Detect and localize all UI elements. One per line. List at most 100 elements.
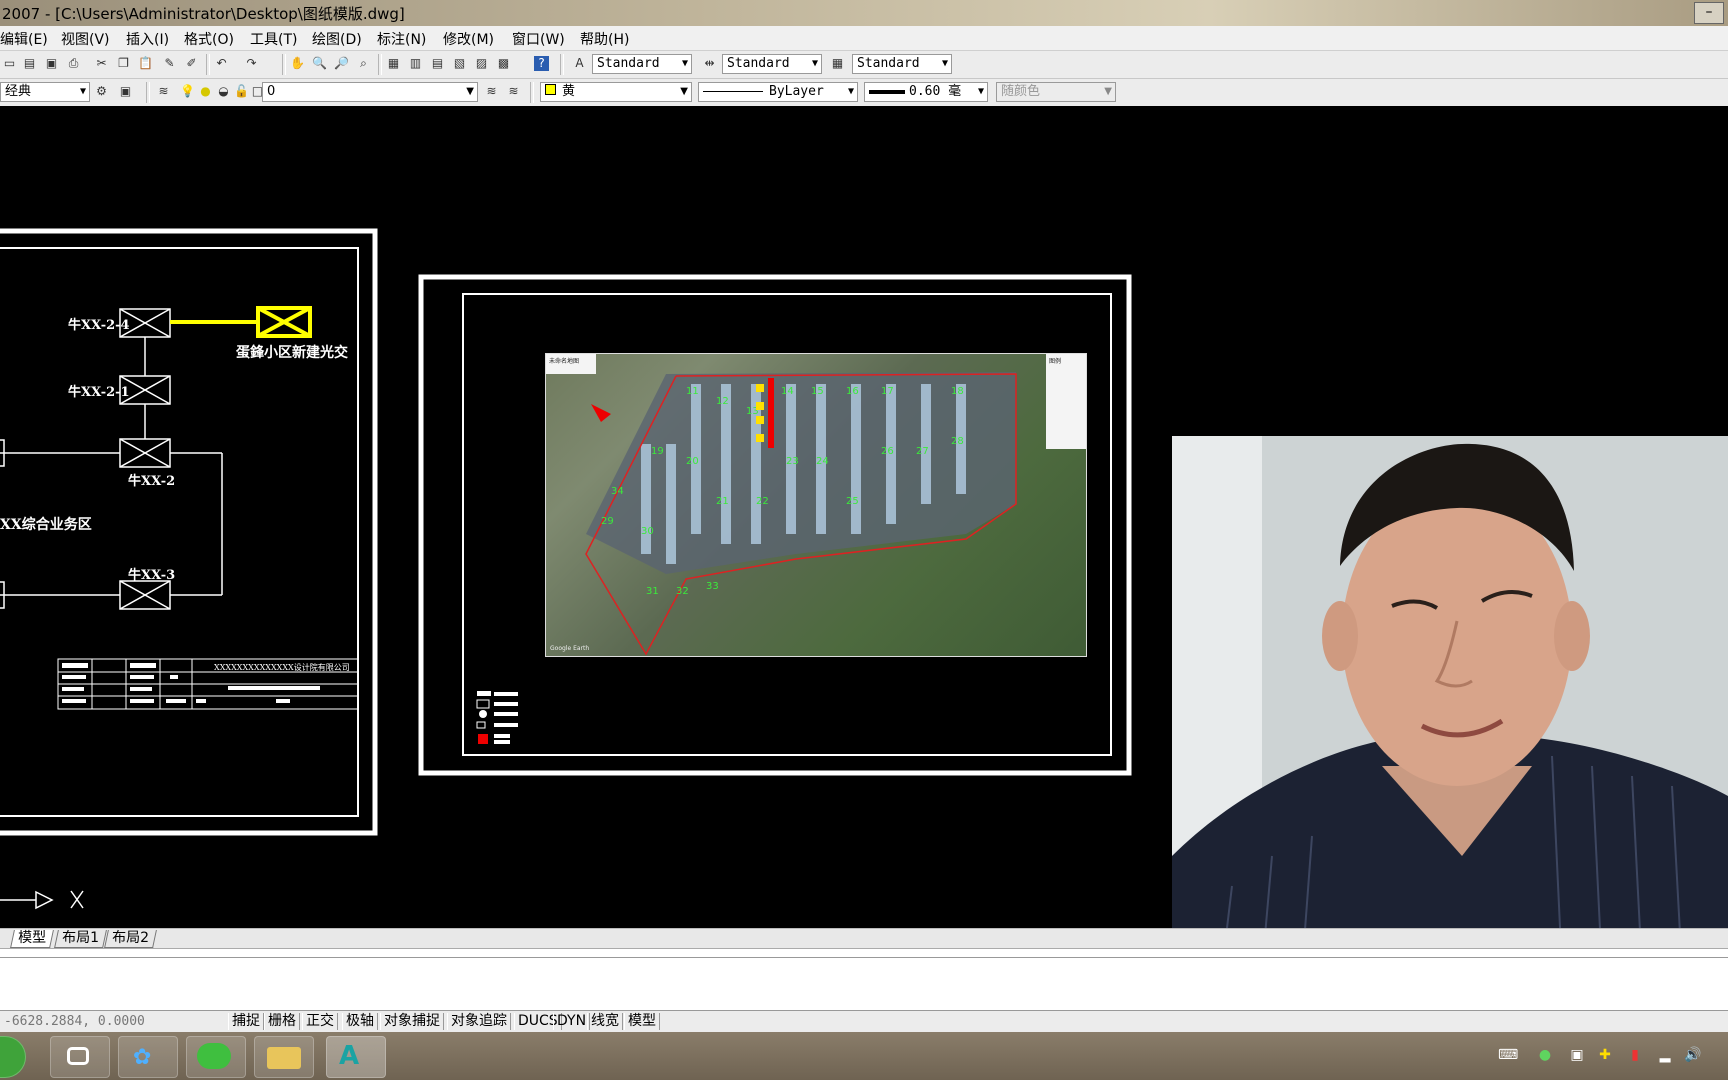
svg-text:14: 14	[781, 386, 794, 397]
sheet-set-icon[interactable]: ▧	[452, 56, 467, 71]
tab-layout1[interactable]: 布局1	[54, 930, 107, 948]
workspace-select[interactable]: 经典 ▼	[0, 82, 90, 102]
svg-text:25: 25	[846, 496, 859, 507]
svg-text:16: 16	[846, 386, 859, 397]
properties-icon[interactable]: ▦	[386, 56, 401, 71]
signal-icon[interactable]: ▂	[1656, 1046, 1674, 1064]
lock-icon[interactable]: 🔓	[234, 84, 249, 99]
menu-draw[interactable]: 绘图(D)	[312, 29, 362, 49]
sun-icon[interactable]: ●	[198, 84, 213, 99]
title-bar: 2007 - [C:\Users\Administrator\Desktop\图…	[0, 0, 1728, 26]
coordinate-readout: -6628.2884, 0.0000	[4, 1014, 145, 1029]
dim-style-select[interactable]: Standard ▼	[722, 54, 822, 74]
keyboard-icon[interactable]: ⌨	[1498, 1046, 1518, 1064]
wechat-icon[interactable]: ●	[1536, 1046, 1554, 1064]
standard-toolbar: ▭ ▤ ▣ ⎙ ✂ ❐ 📋 ✎ ✐ ↶ ↷ ✋ 🔍 🔎 ⌕ ▦ ▥ ▤ ▧ ▨ …	[0, 51, 1728, 79]
polar-toggle[interactable]: 极轴	[342, 1013, 378, 1030]
menu-tools[interactable]: 工具(T)	[250, 29, 297, 49]
autocad-icon[interactable]: A	[326, 1036, 386, 1078]
calculator-icon[interactable]: ▩	[496, 56, 511, 71]
start-button[interactable]	[0, 1036, 26, 1078]
otrack-toggle[interactable]: 对象追踪	[447, 1013, 511, 1030]
ortho-toggle[interactable]: 正交	[302, 1013, 338, 1030]
svg-text:12: 12	[716, 396, 729, 407]
zoom-realtime-icon[interactable]: 🔍	[312, 56, 327, 71]
linetype-select[interactable]: ByLayer ▼	[698, 82, 858, 102]
undo-icon[interactable]: ↶	[214, 56, 229, 71]
map-watermark: Google Earth	[550, 645, 590, 652]
security-icon[interactable]: ▮	[1626, 1046, 1644, 1064]
zoom-previous-icon[interactable]: ⌕	[356, 56, 371, 71]
design-center-icon[interactable]: ▥	[408, 56, 423, 71]
volume-icon[interactable]: 🔊	[1684, 1046, 1702, 1064]
video-icon[interactable]	[50, 1036, 110, 1078]
svg-text:22: 22	[756, 496, 769, 507]
text-style-icon: A	[575, 56, 584, 70]
menu-modify[interactable]: 修改(M)	[443, 29, 494, 49]
viewport-freeze-icon[interactable]: ◒	[216, 84, 231, 99]
lineweight-toggle[interactable]: 线宽	[587, 1013, 623, 1030]
camera-tray-icon[interactable]: ▣	[1568, 1046, 1586, 1064]
plot-style-select[interactable]: 随颜色 ▼	[996, 82, 1116, 102]
webcam-overlay	[1172, 436, 1728, 970]
zoom-window-icon[interactable]: 🔎	[334, 56, 349, 71]
lineweight-select[interactable]: 0.60 毫 ▼	[864, 82, 988, 102]
wechat-app-icon[interactable]	[186, 1036, 246, 1078]
copy-icon[interactable]: ❐	[116, 56, 131, 71]
table-style-select[interactable]: Standard ▼	[852, 54, 952, 74]
menu-format[interactable]: 格式(O)	[184, 29, 234, 49]
layer-manager-icon[interactable]: ≋	[156, 84, 171, 99]
snap-toggle[interactable]: 捕捉	[228, 1013, 264, 1030]
menu-bar: 编辑(E) 视图(V) 插入(I) 格式(O) 工具(T) 绘图(D) 标注(N…	[0, 26, 1728, 51]
save-icon[interactable]: ▣	[44, 56, 59, 71]
dyn-toggle[interactable]: DYN	[553, 1013, 591, 1030]
grid-toggle[interactable]: 栅格	[264, 1013, 300, 1030]
table-style-icon: ▦	[831, 56, 844, 70]
folder-icon[interactable]	[254, 1036, 314, 1078]
cut-icon[interactable]: ✂	[94, 56, 109, 71]
paste-icon[interactable]: 📋	[138, 56, 153, 71]
match-properties-icon[interactable]: ✎	[162, 56, 177, 71]
minimize-button[interactable]: –	[1694, 2, 1724, 24]
sheet-legend	[476, 691, 518, 744]
menu-edit[interactable]: 编辑(E)	[0, 29, 48, 49]
menu-view[interactable]: 视图(V)	[61, 29, 110, 49]
make-current-layer-icon[interactable]: ≋	[484, 84, 499, 99]
menu-help[interactable]: 帮助(H)	[580, 29, 629, 49]
tab-layout2[interactable]: 布局2	[104, 930, 157, 948]
layer-select[interactable]: 0 ▼	[262, 82, 478, 102]
layer-previous-icon[interactable]: ≋	[506, 84, 521, 99]
svg-text:31: 31	[646, 586, 659, 597]
text-style-select[interactable]: Standard ▼	[592, 54, 692, 74]
pan-icon[interactable]: ✋	[290, 56, 305, 71]
menu-insert[interactable]: 插入(I)	[126, 29, 169, 49]
svg-text:11: 11	[686, 386, 699, 397]
open-icon[interactable]: ▤	[22, 56, 37, 71]
tab-model[interactable]: 模型	[10, 930, 54, 948]
save-workspace-icon[interactable]: ▣	[118, 84, 133, 99]
svg-text:32: 32	[676, 586, 689, 597]
ucs-icon	[0, 890, 84, 910]
model-toggle[interactable]: 模型	[624, 1013, 660, 1030]
baidu-netdisk-icon[interactable]: ✿	[118, 1036, 178, 1078]
bulb-icon[interactable]: 💡	[180, 84, 195, 99]
menu-window[interactable]: 窗口(W)	[512, 29, 565, 49]
block-editor-icon[interactable]: ✐	[184, 56, 199, 71]
window-title: 2007 - [C:\Users\Administrator\Desktop\图…	[2, 5, 405, 23]
menu-dimension[interactable]: 标注(N)	[377, 29, 426, 49]
osnap-toggle[interactable]: 对象捕捉	[380, 1013, 444, 1030]
color-select[interactable]: 黄 ▼	[540, 82, 692, 102]
green-plus-icon[interactable]: ✚	[1596, 1046, 1614, 1064]
command-line[interactable]	[0, 948, 1728, 1011]
svg-text:33: 33	[706, 581, 719, 592]
help-icon[interactable]: ?	[534, 56, 549, 71]
svg-text:23: 23	[786, 456, 799, 467]
new-icon[interactable]: ▭	[2, 56, 17, 71]
map-header: 未命名地图	[549, 358, 580, 365]
redo-icon[interactable]: ↷	[244, 56, 259, 71]
tool-palettes-icon[interactable]: ▤	[430, 56, 445, 71]
workspace-settings-icon[interactable]: ⚙	[94, 84, 109, 99]
markup-icon[interactable]: ▨	[474, 56, 489, 71]
svg-text:18: 18	[951, 386, 964, 397]
print-icon[interactable]: ⎙	[66, 56, 81, 71]
